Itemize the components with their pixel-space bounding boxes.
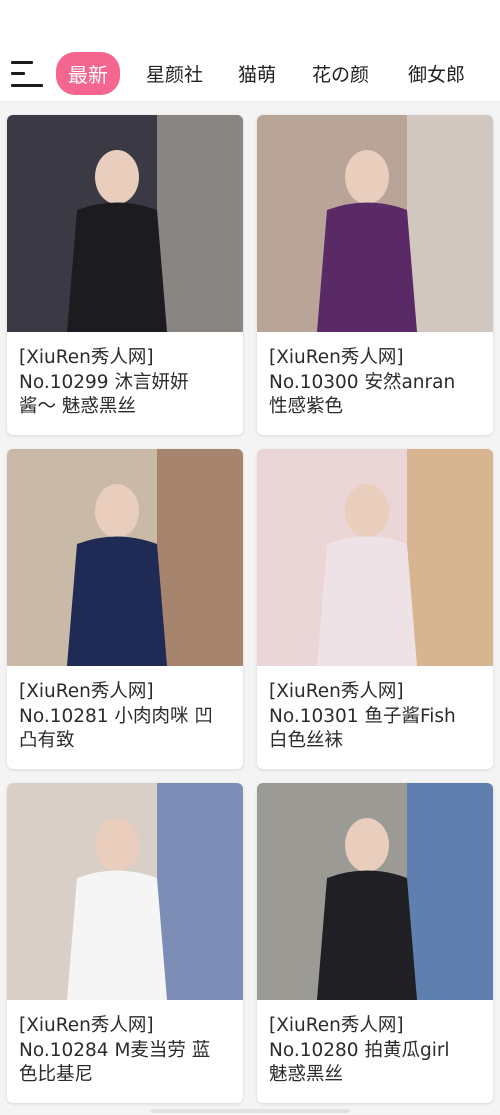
- tab-huanoyan[interactable]: 花の颜: [312, 60, 369, 87]
- album-source: [XiuRen秀人网]: [19, 347, 154, 368]
- album-source: [XiuRen秀人网]: [19, 681, 154, 702]
- photo-figure-body: [317, 536, 417, 666]
- album-subtitle: 性感紫色: [269, 396, 344, 417]
- album-caption[interactable]: [XiuRen秀人网] No.10300 安然anran 性感紫色: [257, 332, 493, 420]
- status-bar-area: [0, 0, 500, 46]
- album-source: [XiuRen秀人网]: [19, 1015, 154, 1036]
- album-card[interactable]: [XiuRen秀人网] No.10300 安然anran 性感紫色: [257, 115, 493, 435]
- album-thumbnail[interactable]: [7, 783, 243, 1000]
- photo-backdrop-shape: [157, 449, 243, 666]
- album-thumbnail[interactable]: [257, 115, 493, 332]
- photo-figure-body: [67, 870, 167, 1000]
- album-thumbnail[interactable]: [7, 115, 243, 332]
- album-title: No.10280 拍黄瓜girl: [269, 1039, 450, 1061]
- album-title: No.10284 M麦当劳 蓝: [19, 1039, 211, 1061]
- photo-figure-body: [317, 202, 417, 332]
- tab-latest[interactable]: 最新: [56, 52, 120, 95]
- album-caption[interactable]: [XiuRen秀人网] No.10281 小肉肉咪 凹 凸有致: [7, 666, 243, 754]
- album-caption[interactable]: [XiuRen秀人网] No.10284 M麦当劳 蓝 色比基尼: [7, 1000, 243, 1088]
- album-thumbnail[interactable]: [257, 449, 493, 666]
- album-card[interactable]: [XiuRen秀人网] No.10281 小肉肉咪 凹 凸有致: [7, 449, 243, 769]
- tab-xingyanshe[interactable]: 星颜社: [146, 60, 203, 87]
- album-subtitle: 凸有致: [19, 730, 75, 751]
- photo-figure-body: [317, 870, 417, 1000]
- album-subtitle: 色比基尼: [19, 1064, 94, 1085]
- tab-maomeng[interactable]: 猫萌: [238, 60, 276, 87]
- photo-figure-head: [95, 818, 139, 872]
- album-card[interactable]: [XiuRen秀人网] No.10280 拍黄瓜girl 魅惑黑丝: [257, 783, 493, 1103]
- photo-figure-body: [67, 536, 167, 666]
- album-thumbnail[interactable]: [7, 449, 243, 666]
- album-source: [XiuRen秀人网]: [269, 1015, 404, 1036]
- album-title: No.10281 小肉肉咪 凹: [19, 705, 213, 727]
- album-caption[interactable]: [XiuRen秀人网] No.10299 沐言妍妍 酱～ 魅惑黑丝: [7, 332, 243, 420]
- album-card[interactable]: [XiuRen秀人网] No.10284 M麦当劳 蓝 色比基尼: [7, 783, 243, 1103]
- album-subtitle: 白色丝袜: [269, 730, 344, 751]
- photo-backdrop-shape: [407, 449, 493, 666]
- album-subtitle: 魅惑黑丝: [269, 1064, 344, 1085]
- album-source: [XiuRen秀人网]: [269, 347, 404, 368]
- album-title: No.10301 鱼子酱Fish: [269, 705, 456, 727]
- photo-figure-head: [345, 818, 389, 872]
- category-nav: 最新 星颜社 猫萌 花の颜 御女郎: [0, 46, 500, 102]
- photo-figure-head: [95, 150, 139, 204]
- album-card[interactable]: [XiuRen秀人网] No.10299 沐言妍妍 酱～ 魅惑黑丝: [7, 115, 243, 435]
- photo-figure-head: [345, 150, 389, 204]
- photo-backdrop-shape: [157, 783, 243, 1000]
- home-indicator: [150, 1109, 350, 1113]
- tab-yunvlang[interactable]: 御女郎: [408, 60, 465, 87]
- album-subtitle: 酱～ 魅惑黑丝: [19, 396, 136, 417]
- category-tabs: 最新 星颜社 猫萌 花の颜 御女郎: [56, 52, 465, 95]
- album-title: No.10300 安然anran: [269, 371, 456, 393]
- album-caption[interactable]: [XiuRen秀人网] No.10280 拍黄瓜girl 魅惑黑丝: [257, 1000, 493, 1088]
- photo-figure-body: [67, 202, 167, 332]
- album-thumbnail[interactable]: [257, 783, 493, 1000]
- photo-backdrop-shape: [407, 115, 493, 332]
- menu-icon[interactable]: [11, 60, 43, 87]
- album-grid: [XiuRen秀人网] No.10299 沐言妍妍 酱～ 魅惑黑丝 [XiuRe…: [7, 115, 494, 1103]
- album-source: [XiuRen秀人网]: [269, 681, 404, 702]
- album-card[interactable]: [XiuRen秀人网] No.10301 鱼子酱Fish 白色丝袜: [257, 449, 493, 769]
- photo-backdrop-shape: [407, 783, 493, 1000]
- photo-figure-head: [95, 484, 139, 538]
- photo-figure-head: [345, 484, 389, 538]
- photo-backdrop-shape: [157, 115, 243, 332]
- album-title: No.10299 沐言妍妍: [19, 371, 189, 393]
- album-caption[interactable]: [XiuRen秀人网] No.10301 鱼子酱Fish 白色丝袜: [257, 666, 493, 754]
